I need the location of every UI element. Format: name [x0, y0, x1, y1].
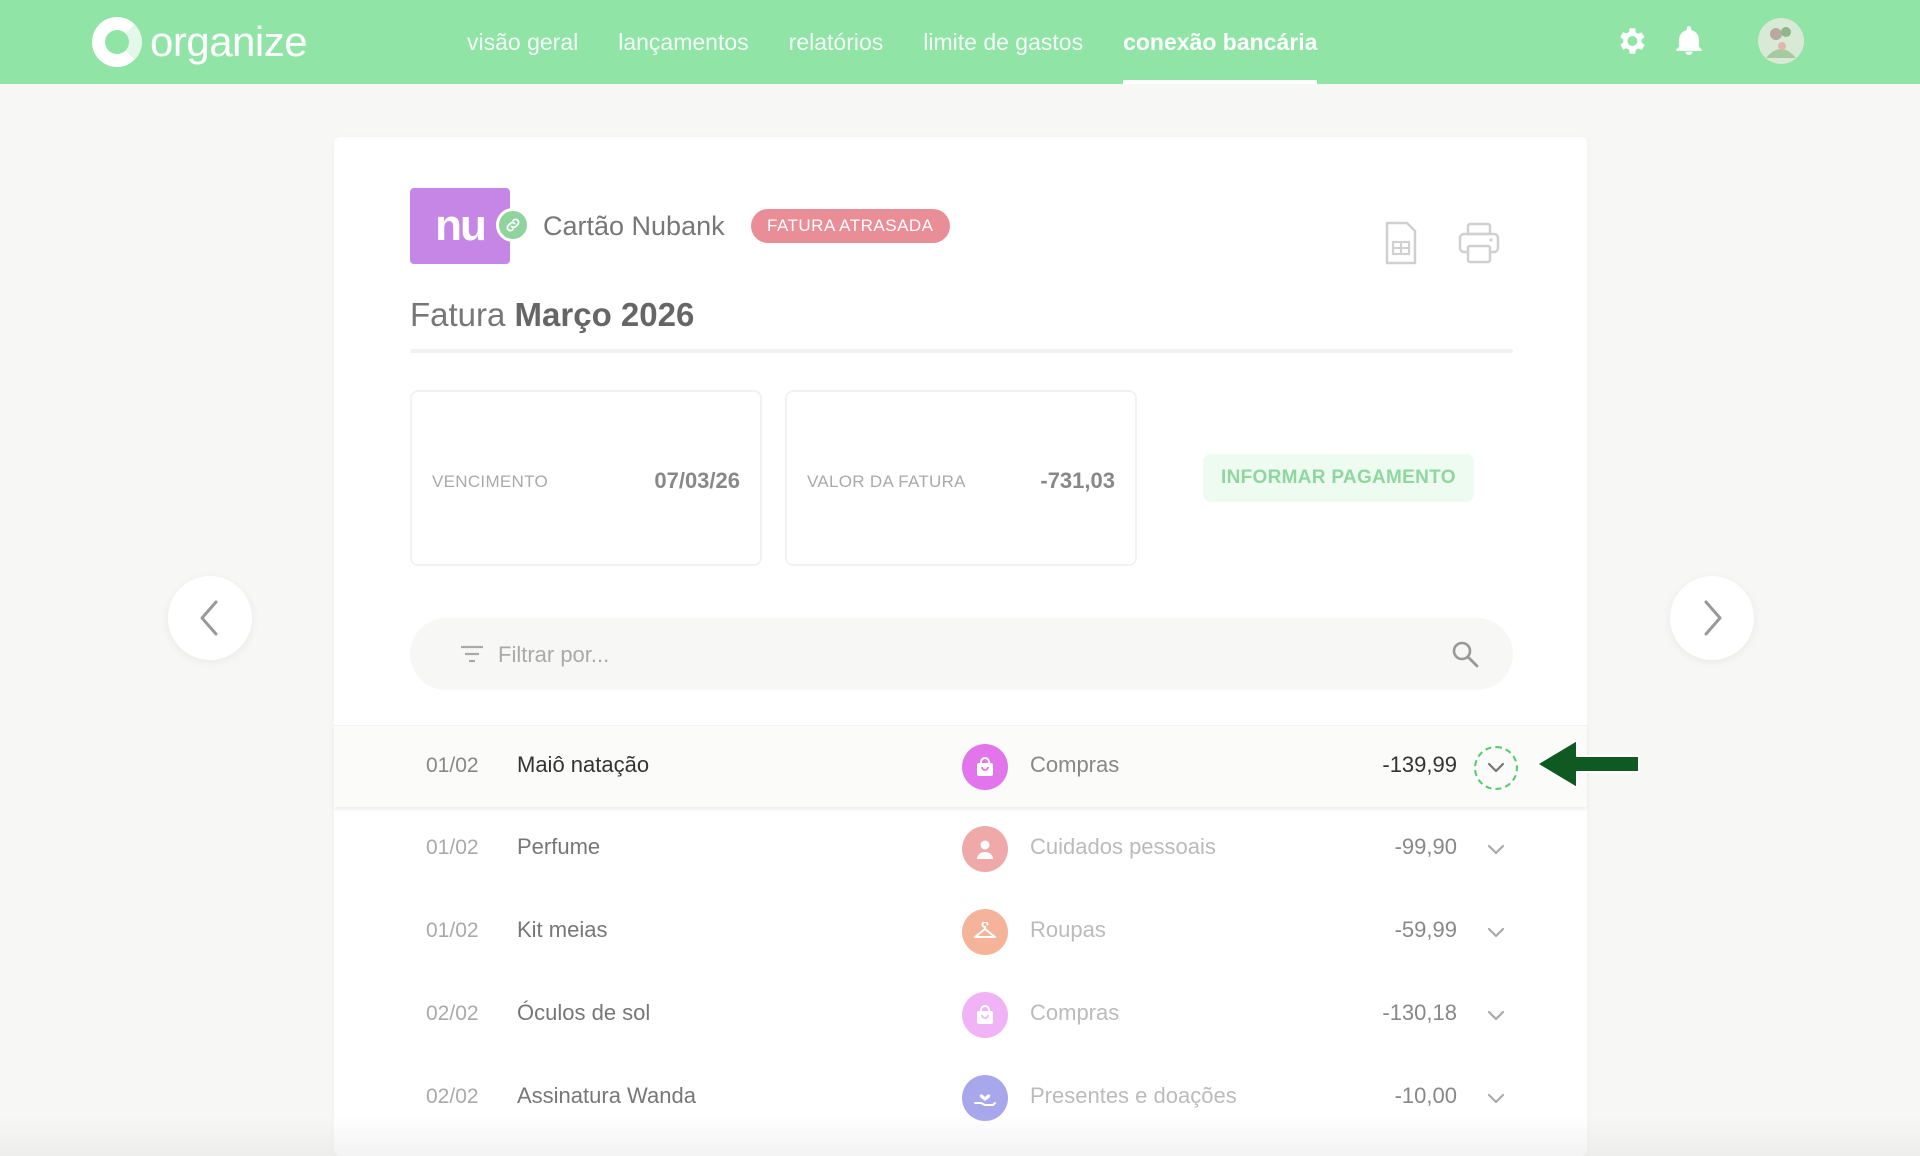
row-amount: -10,00: [1394, 1083, 1457, 1108]
gift-hand-icon: [962, 1075, 1008, 1121]
expand-row-button[interactable]: [1474, 1077, 1518, 1121]
shopping-bag-icon: [962, 744, 1008, 790]
top-navigation-bar: organize visão geral lançamentos relatór…: [0, 0, 1920, 84]
invoice-title-prefix: Fatura: [410, 296, 506, 333]
row-category: Compras: [1030, 752, 1120, 777]
card-name: Cartão Nubank: [543, 211, 725, 241]
gear-icon[interactable]: [1614, 24, 1648, 58]
chevron-down-icon: [1487, 1093, 1505, 1104]
bell-icon[interactable]: [1672, 24, 1706, 58]
table-row[interactable]: 01/02 Perfume Cuidados pessoais -99,90: [334, 808, 1587, 890]
invoice-amount-box: VALOR DA FATURA -731,03: [785, 390, 1137, 566]
row-amount: -139,99: [1382, 752, 1457, 777]
person-icon: [962, 826, 1008, 872]
due-date-label: VENCIMENTO: [432, 472, 549, 491]
title-divider: [410, 349, 1513, 353]
logo-text: organize: [150, 18, 308, 65]
nubank-logo: nu: [410, 188, 510, 264]
row-date: 02/02: [426, 1002, 479, 1025]
link-icon: [496, 208, 530, 242]
search-placeholder: Filtrar por...: [498, 642, 610, 667]
next-month-button[interactable]: [1670, 576, 1754, 660]
table-row[interactable]: 01/02 Kit meias Roupas -59,99: [334, 891, 1587, 973]
invoice-period: Março 2026: [514, 296, 695, 333]
avatar[interactable]: [1758, 18, 1804, 64]
nav-item-lancamentos[interactable]: lançamentos: [618, 0, 748, 84]
chevron-left-icon: [200, 600, 218, 636]
row-description: Maiô natação: [517, 752, 650, 777]
filter-icon: [460, 644, 484, 669]
spreadsheet-export-icon[interactable]: [1378, 220, 1424, 266]
print-icon[interactable]: [1456, 220, 1502, 266]
nav-item-limite-de-gastos[interactable]: limite de gastos: [923, 0, 1083, 84]
chevron-right-icon: [1704, 600, 1722, 636]
row-category: Cuidados pessoais: [1030, 834, 1216, 859]
expand-row-button[interactable]: [1474, 746, 1518, 790]
main-nav: visão geral lançamentos relatórios limit…: [467, 0, 1357, 84]
row-amount: -59,99: [1394, 917, 1457, 942]
chevron-down-icon: [1487, 844, 1505, 855]
chevron-down-icon: [1487, 762, 1505, 773]
row-description: Kit meias: [517, 917, 608, 942]
nav-item-relatorios[interactable]: relatórios: [789, 0, 884, 84]
row-description: Óculos de sol: [517, 1000, 651, 1025]
nav-item-visao-geral[interactable]: visão geral: [467, 0, 578, 84]
chevron-down-icon: [1487, 927, 1505, 938]
inform-payment-button[interactable]: INFORMAR PAGAMENTO: [1203, 454, 1474, 502]
expand-row-button[interactable]: [1474, 828, 1518, 872]
hanger-icon: [962, 909, 1008, 955]
table-row[interactable]: 01/02 Maiô natação Compras -139,99: [334, 725, 1587, 807]
row-description: Perfume: [517, 834, 601, 859]
due-date-value: 07/03/26: [654, 468, 740, 493]
row-category: Presentes e doações: [1030, 1083, 1237, 1108]
row-amount: -130,18: [1382, 1000, 1457, 1025]
row-category: Compras: [1030, 1000, 1120, 1025]
annotation-arrow-icon: [1535, 736, 1641, 792]
invoice-amount-value: -731,03: [1040, 468, 1115, 493]
row-description: Assinatura Wanda: [517, 1083, 696, 1108]
status-badge: FATURA ATRASADA: [751, 209, 950, 243]
row-date: 02/02: [426, 1085, 479, 1108]
row-date: 01/02: [426, 919, 479, 942]
due-date-box: VENCIMENTO 07/03/26: [410, 390, 762, 566]
row-category: Roupas: [1030, 917, 1106, 942]
row-date: 01/02: [426, 754, 479, 777]
expand-row-button[interactable]: [1474, 911, 1518, 955]
row-date: 01/02: [426, 836, 479, 859]
table-row[interactable]: 02/02 Óculos de sol Compras -130,18: [334, 974, 1587, 1056]
organizze-logo[interactable]: organize: [92, 14, 308, 70]
shopping-bag-icon: [962, 992, 1008, 1038]
search-icon[interactable]: [1451, 640, 1479, 673]
chevron-down-icon: [1487, 1010, 1505, 1021]
invoice-title: Fatura Março 2026: [410, 296, 694, 334]
expand-row-button[interactable]: [1474, 994, 1518, 1038]
previous-month-button[interactable]: [168, 576, 252, 660]
invoice-amount-label: VALOR DA FATURA: [807, 472, 966, 491]
filter-search-input[interactable]: Filtrar por...: [410, 618, 1513, 690]
nav-item-conexao-bancaria[interactable]: conexão bancária: [1123, 0, 1318, 84]
logo-ring-icon: [92, 17, 142, 67]
row-amount: -99,90: [1394, 834, 1457, 859]
table-row[interactable]: 02/02 Assinatura Wanda Presentes e doaçõ…: [334, 1057, 1587, 1139]
